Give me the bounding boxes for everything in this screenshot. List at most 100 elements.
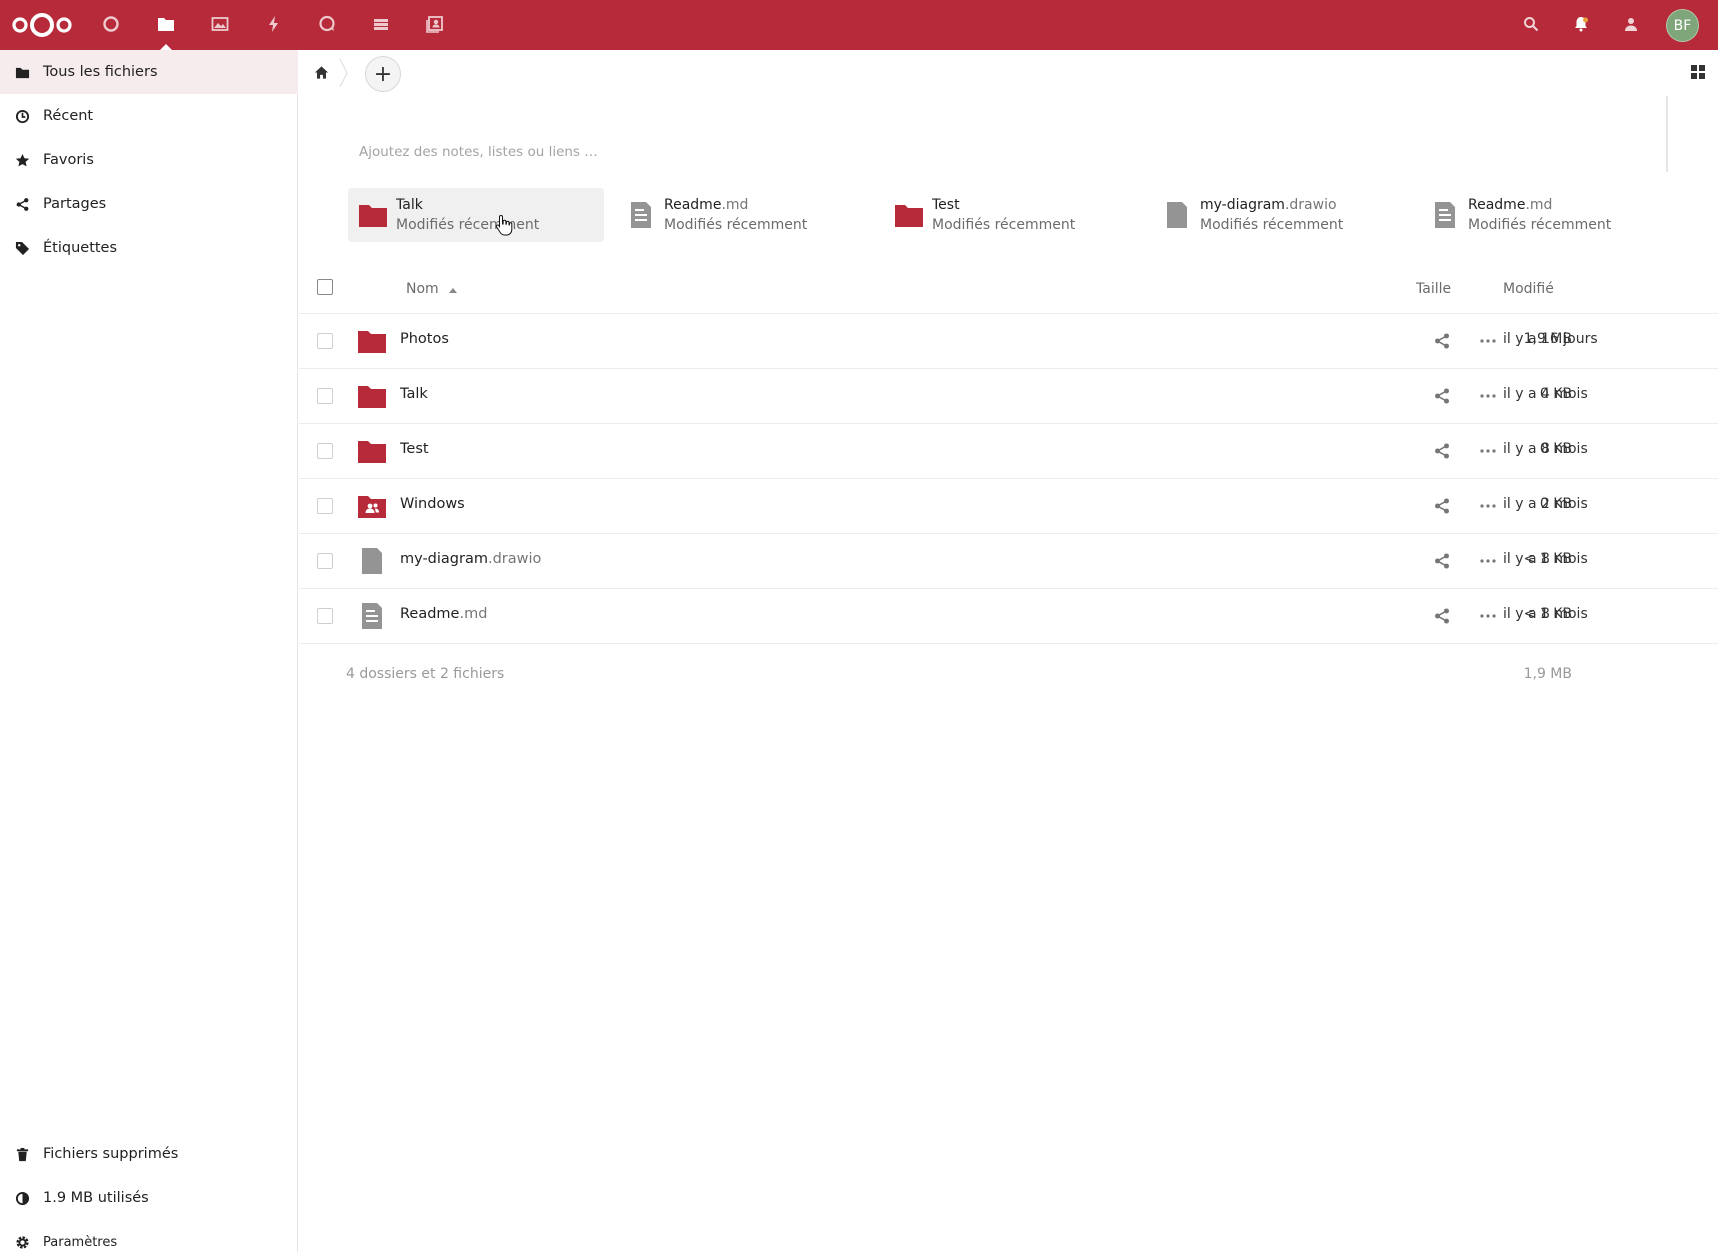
more-actions-icon[interactable]	[1479, 387, 1497, 405]
deleted-files-label: Fichiers supprimés	[43, 1146, 179, 1162]
file-name[interactable]: Readme.md	[400, 606, 487, 622]
recent-file-card[interactable]: my-diagram.drawio Modifiés récemment	[1152, 188, 1408, 242]
column-header-modified[interactable]: Modifié	[1503, 281, 1554, 297]
gear-icon	[14, 1234, 30, 1250]
quota-label: 1.9 MB utilisés	[43, 1190, 149, 1206]
file-list-summary: 4 dossiers et 2 fichiers	[346, 666, 505, 682]
top-header: BF	[0, 0, 1718, 50]
sidebar-item-label: Tous les fichiers	[43, 64, 158, 80]
row-checkbox[interactable]	[317, 608, 333, 624]
settings-button[interactable]: Paramètres	[0, 1222, 298, 1252]
file-row[interactable]: Photos 1,9 MB il y a 16 jours	[299, 314, 1718, 369]
recent-file-name: Readme.md	[664, 197, 749, 213]
nextcloud-logo-icon[interactable]	[10, 11, 74, 39]
file-modified: il y a 4 mois	[1503, 386, 1588, 402]
photos-app-icon[interactable]	[208, 12, 232, 36]
file-modified: il y a 8 mois	[1503, 441, 1588, 457]
folder-icon	[894, 200, 924, 230]
file-row[interactable]: Windows 0 KB il y a 2 mois	[299, 479, 1718, 534]
notifications-bell-icon[interactable]	[1569, 12, 1593, 36]
file-modified: il y a 2 mois	[1503, 496, 1588, 512]
text-file-icon	[357, 601, 387, 631]
user-avatar[interactable]: BF	[1666, 9, 1699, 42]
file-name[interactable]: my-diagram.drawio	[400, 551, 541, 567]
recent-file-name: my-diagram.drawio	[1200, 197, 1337, 213]
settings-label: Paramètres	[43, 1234, 118, 1250]
dashboard-app-icon[interactable]	[99, 12, 123, 36]
row-checkbox[interactable]	[317, 553, 333, 569]
sidebar-item-label: Favoris	[43, 152, 94, 168]
share-icon[interactable]	[1433, 607, 1451, 625]
file-name[interactable]: Talk	[400, 386, 428, 402]
recent-file-card[interactable]: Readme.md Modifiés récemment	[616, 188, 872, 242]
more-actions-icon[interactable]	[1479, 497, 1497, 515]
file-modified: il y a 8 mois	[1503, 551, 1588, 567]
recent-file-card[interactable]: Test Modifiés récemment	[884, 188, 1140, 242]
column-header-size[interactable]: Taille	[1416, 281, 1451, 297]
contacts-menu-icon[interactable]	[1619, 12, 1643, 36]
star-icon	[14, 152, 30, 168]
sidebar-item-all-files[interactable]: Tous les fichiers	[0, 50, 298, 94]
column-header-name[interactable]: Nom	[406, 281, 439, 297]
file-row[interactable]: Test 0 KB il y a 8 mois	[299, 424, 1718, 479]
select-all-checkbox[interactable]	[317, 279, 333, 295]
share-icon[interactable]	[1433, 387, 1451, 405]
row-checkbox[interactable]	[317, 388, 333, 404]
sidebar-item-shares[interactable]: Partages	[0, 182, 298, 226]
more-actions-icon[interactable]	[1479, 607, 1497, 625]
sidebar-item-recent[interactable]: Récent	[0, 94, 298, 138]
recent-file-card[interactable]: Talk Modifiés récemment	[348, 188, 604, 242]
folder-icon	[358, 200, 388, 230]
recent-file-card[interactable]: Readme.md Modifiés récemment	[1420, 188, 1676, 242]
grid-view-toggle-icon[interactable]	[1689, 63, 1707, 81]
recent-file-name: Readme.md	[1468, 197, 1553, 213]
more-actions-icon[interactable]	[1479, 442, 1497, 460]
deck-app-icon[interactable]	[369, 12, 393, 36]
file-table-header: Nom Taille Modifié	[299, 266, 1718, 314]
activity-app-icon[interactable]	[262, 12, 286, 36]
recent-file-name: Talk	[396, 197, 423, 213]
new-file-button[interactable]: +	[365, 56, 401, 92]
folder-icon	[357, 326, 387, 356]
recent-file-subtitle: Modifiés récemment	[396, 217, 540, 233]
row-checkbox[interactable]	[317, 333, 333, 349]
talk-app-icon[interactable]	[315, 12, 339, 36]
row-checkbox[interactable]	[317, 443, 333, 459]
sidebar: Tous les fichiers Récent Favoris Partage…	[0, 50, 298, 1252]
text-file-icon	[1430, 200, 1460, 230]
file-row[interactable]: Readme.md < 1 KB il y a 8 mois	[299, 589, 1718, 644]
file-icon	[357, 546, 387, 576]
share-icon[interactable]	[1433, 442, 1451, 460]
recent-file-subtitle: Modifiés récemment	[1468, 217, 1612, 233]
hand-pointer-cursor-icon	[495, 214, 513, 236]
share-icon[interactable]	[1433, 332, 1451, 350]
share-icon[interactable]	[1433, 552, 1451, 570]
file-name[interactable]: Test	[400, 441, 429, 457]
file-row[interactable]: my-diagram.drawio < 1 KB il y a 8 mois	[299, 534, 1718, 589]
home-icon[interactable]	[311, 62, 331, 82]
contacts-app-icon[interactable]	[423, 12, 447, 36]
share-icon[interactable]	[1433, 497, 1451, 515]
sidebar-item-favorites[interactable]: Favoris	[0, 138, 298, 182]
clock-icon	[14, 108, 30, 124]
file-row[interactable]: Talk 0 KB il y a 4 mois	[299, 369, 1718, 424]
more-actions-icon[interactable]	[1479, 332, 1497, 350]
rich-workspace-notes-input[interactable]: Ajoutez des notes, listes ou liens …	[359, 144, 598, 160]
more-actions-icon[interactable]	[1479, 552, 1497, 570]
sidebar-item-tags[interactable]: Étiquettes	[0, 226, 298, 270]
notes-scrollbar[interactable]	[1666, 96, 1668, 172]
shared-folder-icon	[357, 491, 387, 521]
folder-icon	[14, 64, 30, 80]
file-name[interactable]: Windows	[400, 496, 465, 512]
text-file-icon	[626, 200, 656, 230]
tag-icon	[14, 240, 30, 256]
row-checkbox[interactable]	[317, 498, 333, 514]
file-name[interactable]: Photos	[400, 331, 449, 347]
file-modified: il y a 8 mois	[1503, 606, 1588, 622]
search-icon[interactable]	[1519, 12, 1543, 36]
files-app-icon[interactable]	[154, 12, 178, 50]
pie-chart-icon	[14, 1190, 30, 1206]
sidebar-item-deleted-files[interactable]: Fichiers supprimés	[0, 1134, 298, 1174]
sidebar-item-label: Récent	[43, 108, 94, 124]
sidebar-item-label: Partages	[43, 196, 107, 212]
